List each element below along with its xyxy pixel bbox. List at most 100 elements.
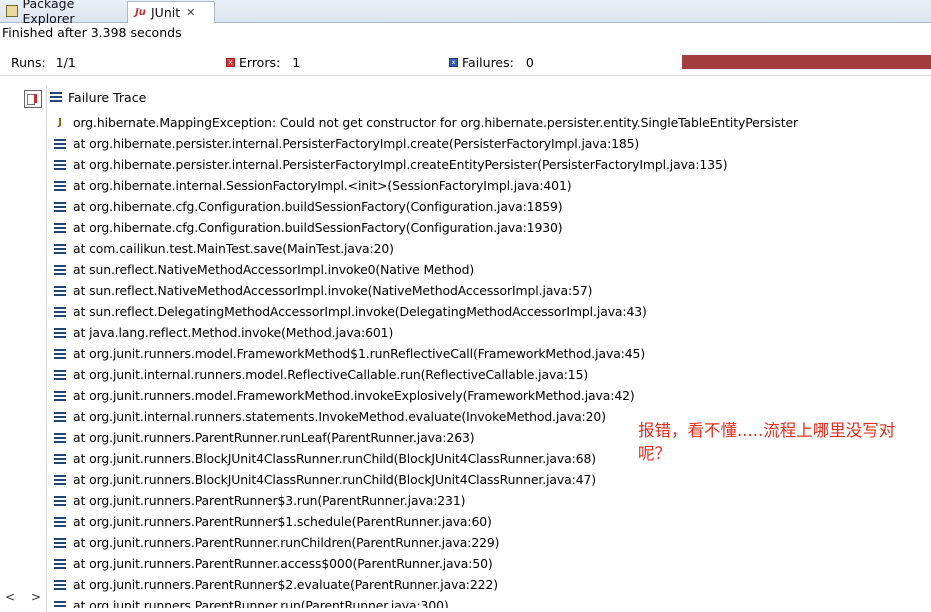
stack-frame-text: at com.cailikun.test.MainTest.save(MainT…: [73, 241, 394, 256]
stack-frame-icon: [54, 264, 66, 275]
failures-counter: x Failures: 0: [449, 55, 534, 70]
failure-trace-title: Failure Trace: [68, 89, 147, 105]
stack-frame-line[interactable]: at org.junit.runners.ParentRunner$1.sche…: [54, 511, 924, 532]
stack-frame-text: at org.junit.internal.runners.model.Refl…: [73, 367, 589, 382]
tab-package-explorer[interactable]: Package Explorer: [0, 0, 132, 26]
stack-frame-icon: [54, 579, 66, 590]
failures-value: 0: [525, 55, 534, 70]
runs-value: 1/1: [55, 55, 76, 70]
compare-results-icon[interactable]: [24, 90, 42, 108]
stack-frame-icon: [54, 453, 66, 464]
stack-frame-text: at org.junit.runners.model.FrameworkMeth…: [73, 388, 635, 403]
stack-frame-line[interactable]: at java.lang.reflect.Method.invoke(Metho…: [54, 322, 924, 343]
error-icon: x: [226, 58, 235, 67]
stack-frame-icon: [54, 243, 66, 254]
stack-frame-text: at org.hibernate.persister.internal.Pers…: [73, 136, 640, 151]
stack-frame-text: at sun.reflect.NativeMethodAccessorImpl.…: [73, 262, 475, 277]
stack-frame-icon: [54, 558, 66, 569]
scroll-left-arrow[interactable]: <: [5, 590, 15, 606]
stack-frame-line[interactable]: at sun.reflect.DelegatingMethodAccessorI…: [54, 301, 924, 322]
stack-frame-text: at org.junit.runners.BlockJUnit4ClassRun…: [73, 451, 597, 466]
user-annotation: 报错，看不懂.....流程上哪里没写对呢？: [638, 421, 896, 463]
stack-frame-text: at org.hibernate.cfg.Configuration.build…: [73, 199, 563, 214]
stack-frame-text: at org.junit.internal.runners.statements…: [73, 409, 606, 424]
stack-frame-text: at org.junit.runners.BlockJUnit4ClassRun…: [73, 472, 597, 487]
failures-label: Failures:: [462, 55, 514, 70]
stack-frame-text: at java.lang.reflect.Method.invoke(Metho…: [73, 325, 394, 340]
stack-frame-icon: [54, 411, 66, 422]
stack-frame-text: at org.junit.runners.ParentRunner.access…: [73, 556, 493, 571]
errors-value: 1: [292, 55, 301, 70]
stack-frame-line[interactable]: at com.cailikun.test.MainTest.save(MainT…: [54, 238, 924, 259]
tab-junit[interactable]: Ju JUnit ✕: [127, 1, 215, 23]
stack-frame-line[interactable]: at sun.reflect.NativeMethodAccessorImpl.…: [54, 259, 924, 280]
close-icon[interactable]: ✕: [186, 6, 195, 19]
stack-frame-icon: [54, 369, 66, 380]
stack-frame-line[interactable]: at org.junit.runners.model.FrameworkMeth…: [54, 385, 924, 406]
errors-label: Errors:: [239, 55, 281, 70]
stack-frame-icon: [54, 474, 66, 485]
stack-frame-icon: [54, 285, 66, 296]
stack-frame-line[interactable]: at org.hibernate.persister.internal.Pers…: [54, 133, 924, 154]
tab-junit-label: JUnit: [151, 5, 181, 20]
stack-frame-line[interactable]: at org.hibernate.persister.internal.Pers…: [54, 154, 924, 175]
exception-text: org.hibernate.MappingException: Could no…: [73, 115, 798, 130]
stack-frame-text: at org.junit.runners.ParentRunner$2.eval…: [73, 577, 498, 592]
stack-frame-line[interactable]: at org.junit.runners.ParentRunner$3.run(…: [54, 490, 924, 511]
junit-view: Package Explorer Ju JUnit ✕ Finished aft…: [0, 0, 931, 612]
stack-frame-icon: [54, 222, 66, 233]
stack-frame-line[interactable]: at org.hibernate.cfg.Configuration.build…: [54, 196, 924, 217]
exception-icon: J: [58, 116, 62, 128]
stack-frame-line[interactable]: at org.junit.internal.runners.model.Refl…: [54, 364, 924, 385]
stack-frame-text: at org.junit.runners.ParentRunner.runLea…: [73, 430, 475, 445]
stack-frame-icon: [54, 516, 66, 527]
junit-icon: Ju: [135, 7, 146, 18]
stack-frame-icon: [54, 201, 66, 212]
stack-frame-icon: [54, 432, 66, 443]
package-explorer-icon: [6, 5, 19, 18]
stack-frame-text: at org.junit.runners.model.FrameworkMeth…: [73, 346, 646, 361]
stack-frame-line[interactable]: at org.junit.runners.BlockJUnit4ClassRun…: [54, 469, 924, 490]
stack-frame-icon: [54, 306, 66, 317]
stack-frame-line[interactable]: at org.hibernate.internal.SessionFactory…: [54, 175, 924, 196]
view-tab-bar: Package Explorer Ju JUnit ✕: [0, 0, 931, 26]
stack-frame-text: at sun.reflect.DelegatingMethodAccessorI…: [73, 304, 647, 319]
test-progress-bar: [682, 55, 931, 69]
stack-frame-icon: [54, 159, 66, 170]
stack-frame-icon: [54, 138, 66, 149]
stack-frame-icon: [54, 327, 66, 338]
scroll-right-arrow[interactable]: >: [31, 590, 41, 606]
left-gutter: [0, 86, 47, 612]
run-status-text: Finished after 3.398 seconds: [2, 25, 182, 40]
stack-lines-icon: [50, 92, 62, 102]
stack-frame-line[interactable]: at org.junit.runners.ParentRunner.run(Pa…: [54, 595, 924, 608]
stack-frame-line[interactable]: at org.hibernate.cfg.Configuration.build…: [54, 217, 924, 238]
scroll-nav: < >: [0, 590, 46, 606]
stack-frame-line[interactable]: at org.junit.runners.ParentRunner.runChi…: [54, 532, 924, 553]
stack-frame-line[interactable]: at org.junit.runners.ParentRunner$2.eval…: [54, 574, 924, 595]
stack-frame-text: at org.hibernate.internal.SessionFactory…: [73, 178, 572, 193]
runs-label: Runs:: [11, 55, 46, 70]
stack-frame-icon: [54, 600, 66, 608]
test-progress-fill: [682, 55, 931, 69]
stack-frame-line[interactable]: at org.junit.runners.ParentRunner.access…: [54, 553, 924, 574]
stack-frame-text: at org.junit.runners.ParentRunner$3.run(…: [73, 493, 466, 508]
stack-frame-icon: [54, 390, 66, 401]
tab-package-explorer-label: Package Explorer: [22, 0, 75, 26]
stack-frame-icon: [54, 348, 66, 359]
stack-frame-text: at org.junit.runners.ParentRunner$1.sche…: [73, 514, 492, 529]
failure-icon: x: [449, 58, 458, 67]
failure-trace-header: Failure Trace: [50, 88, 146, 106]
exception-line[interactable]: J org.hibernate.MappingException: Could …: [54, 112, 924, 133]
runs-counter: Runs: 1/1: [11, 55, 76, 70]
stack-frame-icon: [54, 180, 66, 191]
stack-frame-text: at org.hibernate.cfg.Configuration.build…: [73, 220, 563, 235]
failure-trace-list: J org.hibernate.MappingException: Could …: [54, 112, 924, 608]
stack-frame-line[interactable]: at sun.reflect.NativeMethodAccessorImpl.…: [54, 280, 924, 301]
stack-frame-icon: [54, 537, 66, 548]
stack-frame-text: at org.junit.runners.ParentRunner.run(Pa…: [73, 598, 449, 608]
stack-frame-text: at org.hibernate.persister.internal.Pers…: [73, 157, 728, 172]
errors-counter: x Errors: 1: [226, 55, 300, 70]
stack-frame-text: at sun.reflect.NativeMethodAccessorImpl.…: [73, 283, 593, 298]
stack-frame-line[interactable]: at org.junit.runners.model.FrameworkMeth…: [54, 343, 924, 364]
